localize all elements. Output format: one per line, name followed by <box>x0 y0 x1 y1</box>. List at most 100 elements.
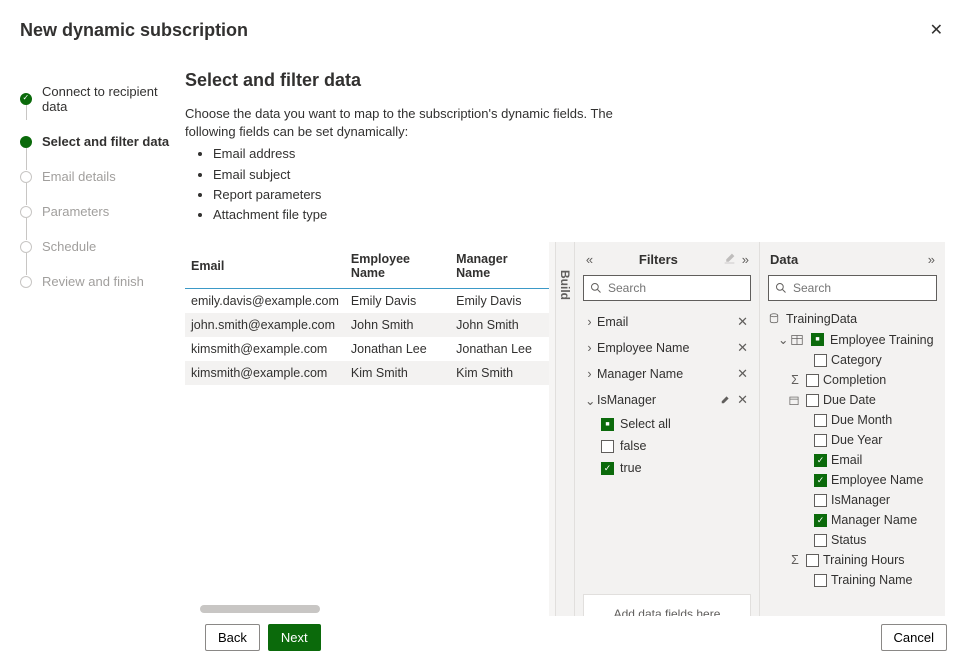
table-header-row: Email Employee Name Manager Name <box>185 242 549 289</box>
field-category[interactable]: Category <box>768 350 937 370</box>
chevron-down-icon: ⌄ <box>585 393 594 408</box>
table-row[interactable]: emily.davis@example.com Emily Davis Emil… <box>185 289 549 314</box>
search-icon <box>775 282 787 294</box>
close-icon[interactable]: ✕ <box>926 16 947 44</box>
sigma-icon: Σ <box>788 373 802 387</box>
expand-right-icon[interactable]: » <box>928 252 935 267</box>
field-due-year[interactable]: Due Year <box>768 430 937 450</box>
filters-search[interactable] <box>583 275 751 301</box>
calendar-icon <box>788 395 802 406</box>
data-search-input[interactable] <box>791 280 950 296</box>
eraser-icon[interactable] <box>723 252 736 267</box>
preview-table: Email Employee Name Manager Name emily.d… <box>185 242 549 385</box>
step-schedule[interactable]: Schedule <box>20 229 185 264</box>
page-description: Choose the data you want to map to the s… <box>185 105 625 238</box>
step-pending-icon <box>20 241 32 253</box>
field-manager-name[interactable]: Manager Name <box>768 510 937 530</box>
step-pending-icon <box>20 276 32 288</box>
checkbox-unchecked-icon[interactable] <box>814 574 827 587</box>
data-search[interactable] <box>768 275 937 301</box>
filters-pane: « Filters » ›Email ✕ <box>575 242 760 642</box>
field-employee-name[interactable]: Employee Name <box>768 470 937 490</box>
remove-filter-icon[interactable]: ✕ <box>736 340 749 356</box>
col-email[interactable]: Email <box>185 242 345 289</box>
col-employee[interactable]: Employee Name <box>345 242 450 289</box>
filters-search-input[interactable] <box>606 280 765 296</box>
build-tab[interactable]: Build <box>555 242 575 642</box>
bullet-item: Email subject <box>213 166 625 184</box>
collapse-left-icon[interactable]: « <box>585 252 594 267</box>
filter-item-email[interactable]: ›Email ✕ <box>583 309 751 335</box>
chevron-right-icon: › <box>585 315 594 329</box>
field-due-month[interactable]: Due Month <box>768 410 937 430</box>
checkbox-unchecked-icon[interactable] <box>806 394 819 407</box>
step-select-filter[interactable]: Select and filter data <box>20 124 185 159</box>
chevron-right-icon: › <box>585 341 594 355</box>
stepper: Connect to recipient data Select and fil… <box>20 60 185 642</box>
next-button[interactable]: Next <box>268 624 321 651</box>
data-source-node[interactable]: TrainingData <box>768 309 937 329</box>
data-table-node[interactable]: ⌄ Employee Training <box>768 329 937 350</box>
checkbox-checked-icon[interactable] <box>601 462 614 475</box>
dialog-header: New dynamic subscription ✕ <box>0 0 967 60</box>
dialog-title: New dynamic subscription <box>20 20 248 41</box>
filter-item-ismanager[interactable]: ⌄IsManager ✕ <box>583 387 751 413</box>
field-due-date[interactable]: Due Date <box>768 390 937 410</box>
checkbox-checked-icon[interactable] <box>814 514 827 527</box>
step-connect-data[interactable]: Connect to recipient data <box>20 74 185 124</box>
data-title: Data <box>770 252 798 267</box>
eraser-icon[interactable] <box>719 395 730 406</box>
step-parameters[interactable]: Parameters <box>20 194 185 229</box>
checkbox-unchecked-icon[interactable] <box>814 534 827 547</box>
expand-right-icon[interactable]: » <box>742 252 749 267</box>
field-training-hours[interactable]: Σ Training Hours <box>768 550 937 570</box>
checkbox-unchecked-icon[interactable] <box>601 440 614 453</box>
database-icon <box>768 313 782 325</box>
checkbox-unchecked-icon[interactable] <box>814 434 827 447</box>
step-review[interactable]: Review and finish <box>20 264 185 299</box>
search-icon <box>590 282 602 294</box>
table-row[interactable]: john.smith@example.com John Smith John S… <box>185 313 549 337</box>
field-email[interactable]: Email <box>768 450 937 470</box>
checkbox-unchecked-icon[interactable] <box>806 554 819 567</box>
remove-filter-icon[interactable]: ✕ <box>736 392 749 408</box>
checkbox-mixed-icon[interactable] <box>811 333 824 346</box>
filters-title: Filters <box>639 252 678 267</box>
table-row[interactable]: kimsmith@example.com Jonathan Lee Jonath… <box>185 337 549 361</box>
preview-table-area: Email Employee Name Manager Name emily.d… <box>185 242 555 642</box>
checkbox-unchecked-icon[interactable] <box>814 414 827 427</box>
cancel-button[interactable]: Cancel <box>881 624 947 651</box>
field-ismanager[interactable]: IsManager <box>768 490 937 510</box>
filter-option-select-all[interactable]: Select all <box>583 413 751 435</box>
checkbox-unchecked-icon[interactable] <box>814 354 827 367</box>
step-pending-icon <box>20 171 32 183</box>
field-completion[interactable]: Σ Completion <box>768 370 937 390</box>
bullet-item: Attachment file type <box>213 206 625 224</box>
chevron-right-icon: › <box>585 367 594 381</box>
data-pane: Data » TrainingData ⌄ <box>760 242 945 642</box>
field-status[interactable]: Status <box>768 530 937 550</box>
sigma-icon: Σ <box>788 553 802 567</box>
bullet-item: Report parameters <box>213 186 625 204</box>
dialog-footer: Back Next Cancel <box>0 616 967 665</box>
filter-item-manager-name[interactable]: ›Manager Name ✕ <box>583 361 751 387</box>
checkbox-checked-icon[interactable] <box>814 454 827 467</box>
step-done-icon <box>20 93 32 105</box>
filter-item-employee-name[interactable]: ›Employee Name ✕ <box>583 335 751 361</box>
remove-filter-icon[interactable]: ✕ <box>736 314 749 330</box>
checkbox-checked-icon[interactable] <box>814 474 827 487</box>
field-training-name[interactable]: Training Name <box>768 570 937 590</box>
back-button[interactable]: Back <box>205 624 260 651</box>
step-email-details[interactable]: Email details <box>20 159 185 194</box>
table-row[interactable]: kimsmith@example.com Kim Smith Kim Smith <box>185 361 549 385</box>
filter-option-true[interactable]: true <box>583 457 751 479</box>
checkbox-mixed-icon[interactable] <box>601 418 614 431</box>
checkbox-unchecked-icon[interactable] <box>814 494 827 507</box>
checkbox-unchecked-icon[interactable] <box>806 374 819 387</box>
step-active-icon <box>20 136 32 148</box>
page-title: Select and filter data <box>185 70 947 91</box>
filter-option-false[interactable]: false <box>583 435 751 457</box>
remove-filter-icon[interactable]: ✕ <box>736 366 749 382</box>
col-manager[interactable]: Manager Name <box>450 242 549 289</box>
horizontal-scrollbar[interactable] <box>200 605 550 615</box>
